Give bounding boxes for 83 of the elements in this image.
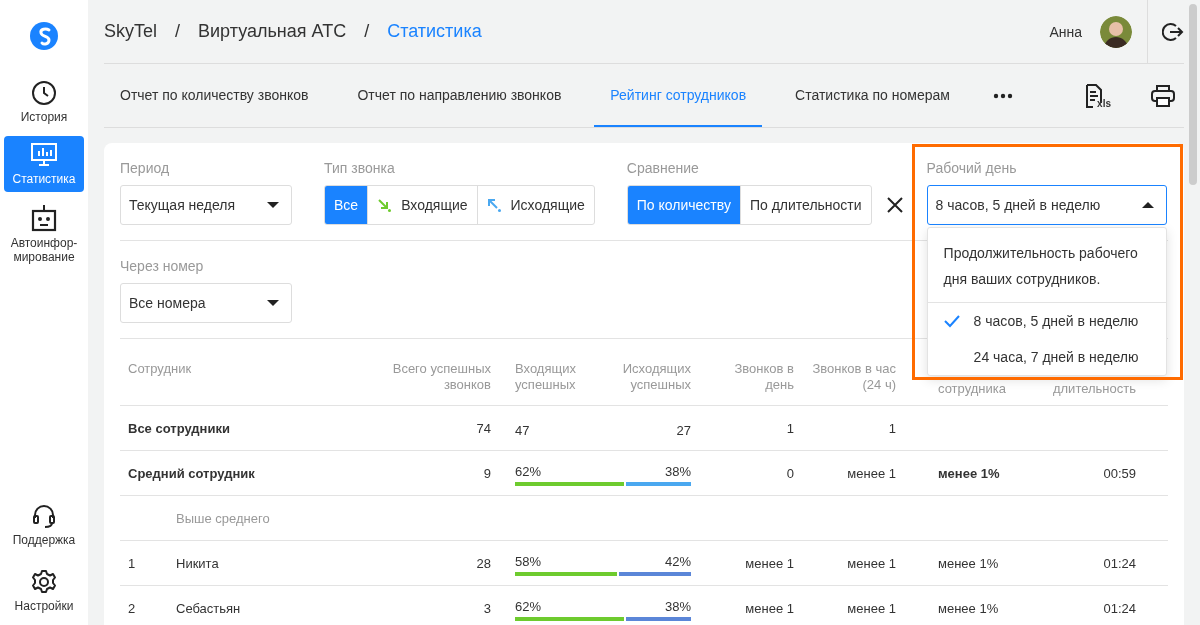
number-select[interactable]: Все номера (120, 283, 292, 323)
group-label: Выше среднего (175, 510, 271, 526)
logout-button[interactable] (1162, 20, 1184, 43)
table-cell-text: 01:24 (1102, 600, 1136, 616)
breadcrumb-separator: / (175, 21, 181, 42)
column-header: Звонков в час (24 ч) (811, 361, 896, 393)
column-header: Входящих успешных (515, 361, 577, 393)
table-cell-text: 01:24 (1102, 555, 1136, 571)
settings-icon (31, 569, 57, 595)
filter-label: Рабочий день (926, 159, 1018, 177)
user-name: Анна (1049, 23, 1082, 40)
column-header: Исходящих успешных (621, 361, 691, 393)
employee-name: Средний сотрудник (128, 465, 255, 481)
clock-icon (31, 80, 57, 106)
table-cell-text: менее 1 (846, 555, 896, 571)
column-header: Сотрудник (127, 361, 193, 377)
sidebar-item[interactable]: История (4, 74, 84, 130)
filter-label: Через номер (120, 257, 205, 275)
table-cell-text: 0 (785, 465, 794, 481)
table-cell: 42% (664, 554, 691, 569)
filter-label: Период (120, 159, 171, 177)
report-tab[interactable]: Отчет по количеству звонков (104, 64, 325, 127)
table-cell-text: менее 1 (744, 555, 794, 571)
dropdown-hint: Продолжительность рабочего дня ваших сотрудников. (927, 228, 1166, 303)
filter-label: Тип звонка (324, 159, 396, 177)
scrollbar[interactable] (1189, 4, 1197, 185)
table-cell-text: 74 (475, 420, 491, 436)
table-cell: 47 (515, 422, 530, 438)
table-cell-text: менее 1% (937, 600, 1000, 616)
table-cell-text: менее 1% (937, 465, 1001, 481)
column-header: длительность (1052, 381, 1136, 397)
call-type-option[interactable]: Входящие (367, 186, 477, 224)
column-header: сотрудника (937, 381, 1007, 397)
breadcrumb-separator: / (364, 21, 370, 42)
column-header: Всего успешных звонков (391, 361, 491, 393)
outgoing-arrow-icon (486, 198, 501, 212)
logo-icon[interactable] (29, 21, 59, 51)
incoming-arrow-icon (377, 198, 392, 212)
table-cell: 62% (515, 599, 542, 614)
comparison-option[interactable]: По количеству (627, 186, 740, 224)
export-xls-button[interactable]: xls (1085, 82, 1111, 109)
table-cell: 62% (515, 464, 542, 479)
table-cell-text: 1 (887, 420, 896, 436)
employee-name: Все сотрудники (128, 420, 230, 436)
table-cell: 58% (515, 554, 542, 569)
employee-name: Никита (176, 555, 219, 571)
sidebar-item[interactable]: Статистика (4, 136, 84, 192)
sidebar-item[interactable]: Поддержка (4, 497, 84, 553)
table-cell-text: менее 1 (744, 600, 794, 616)
avatar[interactable] (1100, 15, 1132, 48)
table-cell: 27 (676, 422, 691, 438)
report-tab[interactable]: Статистика по номерам (779, 64, 966, 127)
call-type-option[interactable]: Исходящие (476, 186, 594, 224)
rank-number: 2 (128, 600, 137, 616)
breadcrumb-link[interactable]: SkyTel (104, 21, 157, 42)
sidebar-item[interactable]: Настройки (4, 563, 84, 619)
breadcrumb-link[interactable]: Виртуальная АТС (198, 21, 347, 42)
monitor-chart-icon (30, 142, 58, 168)
rank-number: 1 (128, 555, 137, 571)
workday-select[interactable]: 8 часов, 5 дней в неделю (926, 185, 1167, 225)
dropdown-option[interactable]: 24 часа, 7 дней в неделю (927, 339, 1166, 375)
table-cell-text: 28 (475, 555, 491, 571)
table-cell-text: 00:59 (1102, 465, 1136, 481)
table-cell-text: 1 (785, 420, 794, 436)
filter-label: Сравнение (626, 159, 700, 177)
call-type-option[interactable]: Все (325, 186, 368, 224)
close-icon[interactable] (886, 197, 903, 213)
table-cell-text: менее 1 (846, 465, 896, 481)
table-cell-text: менее 1 (846, 600, 896, 616)
table-cell: 38% (664, 464, 691, 479)
table-cell-text: менее 1% (937, 555, 1000, 571)
employee-name: Себастьян (176, 600, 241, 616)
headset-icon (31, 503, 57, 529)
robot-icon (30, 204, 58, 232)
table-cell-text: 3 (482, 600, 491, 616)
comparison-option[interactable]: По длительности (739, 186, 871, 224)
dropdown-option[interactable]: 8 часов, 5 дней в неделю (927, 303, 1166, 339)
column-header: Звонков в день (733, 361, 794, 393)
table-cell-text: 9 (482, 465, 491, 481)
period-select[interactable]: Текущая неделя (120, 185, 292, 225)
report-tab[interactable]: Отчет по направлению звонков (341, 64, 578, 127)
sidebar-item[interactable]: Автоинфор-мирование (4, 198, 84, 270)
table-cell: 38% (664, 599, 691, 614)
